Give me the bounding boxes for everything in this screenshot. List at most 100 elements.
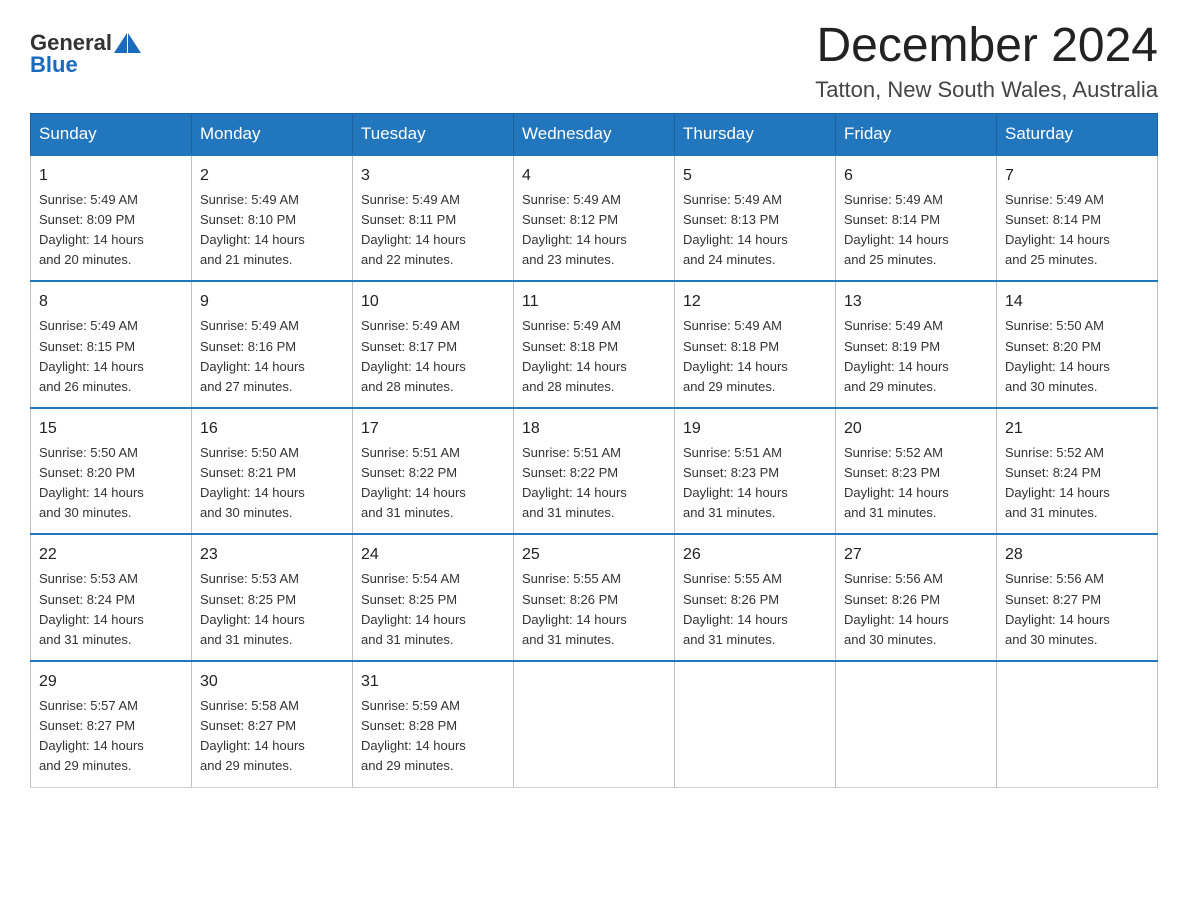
day-number: 31 [361,670,505,694]
day-info: Sunrise: 5:49 AMSunset: 8:09 PMDaylight:… [39,192,144,267]
day-number: 1 [39,164,183,188]
day-info: Sunrise: 5:49 AMSunset: 8:10 PMDaylight:… [200,192,305,267]
logo-blue-text: Blue [30,52,78,78]
calendar-week-row: 15 Sunrise: 5:50 AMSunset: 8:20 PMDaylig… [31,408,1158,535]
calendar-cell: 8 Sunrise: 5:49 AMSunset: 8:15 PMDayligh… [31,281,192,408]
calendar-cell: 24 Sunrise: 5:54 AMSunset: 8:25 PMDaylig… [353,534,514,661]
calendar-table: SundayMondayTuesdayWednesdayThursdayFrid… [30,113,1158,788]
day-info: Sunrise: 5:52 AMSunset: 8:24 PMDaylight:… [1005,445,1110,520]
column-header-friday: Friday [836,113,997,155]
calendar-cell: 9 Sunrise: 5:49 AMSunset: 8:16 PMDayligh… [192,281,353,408]
calendar-cell [514,661,675,787]
day-info: Sunrise: 5:50 AMSunset: 8:21 PMDaylight:… [200,445,305,520]
calendar-cell: 23 Sunrise: 5:53 AMSunset: 8:25 PMDaylig… [192,534,353,661]
calendar-cell: 18 Sunrise: 5:51 AMSunset: 8:22 PMDaylig… [514,408,675,535]
column-header-monday: Monday [192,113,353,155]
day-number: 29 [39,670,183,694]
day-number: 3 [361,164,505,188]
calendar-cell: 12 Sunrise: 5:49 AMSunset: 8:18 PMDaylig… [675,281,836,408]
day-number: 2 [200,164,344,188]
day-number: 28 [1005,543,1149,567]
calendar-cell: 21 Sunrise: 5:52 AMSunset: 8:24 PMDaylig… [997,408,1158,535]
day-info: Sunrise: 5:49 AMSunset: 8:12 PMDaylight:… [522,192,627,267]
day-number: 11 [522,290,666,314]
day-number: 7 [1005,164,1149,188]
day-info: Sunrise: 5:49 AMSunset: 8:16 PMDaylight:… [200,318,305,393]
day-info: Sunrise: 5:54 AMSunset: 8:25 PMDaylight:… [361,571,466,646]
day-number: 19 [683,417,827,441]
calendar-cell: 29 Sunrise: 5:57 AMSunset: 8:27 PMDaylig… [31,661,192,787]
day-info: Sunrise: 5:49 AMSunset: 8:19 PMDaylight:… [844,318,949,393]
page-header: General Blue December 2024 Tatton, New S… [30,20,1158,103]
day-number: 4 [522,164,666,188]
day-info: Sunrise: 5:56 AMSunset: 8:27 PMDaylight:… [1005,571,1110,646]
day-number: 14 [1005,290,1149,314]
day-info: Sunrise: 5:53 AMSunset: 8:25 PMDaylight:… [200,571,305,646]
day-info: Sunrise: 5:49 AMSunset: 8:18 PMDaylight:… [683,318,788,393]
calendar-cell [836,661,997,787]
location-title: Tatton, New South Wales, Australia [815,77,1158,103]
calendar-week-row: 22 Sunrise: 5:53 AMSunset: 8:24 PMDaylig… [31,534,1158,661]
day-number: 27 [844,543,988,567]
day-info: Sunrise: 5:50 AMSunset: 8:20 PMDaylight:… [1005,318,1110,393]
calendar-cell: 31 Sunrise: 5:59 AMSunset: 8:28 PMDaylig… [353,661,514,787]
day-number: 9 [200,290,344,314]
calendar-cell: 30 Sunrise: 5:58 AMSunset: 8:27 PMDaylig… [192,661,353,787]
month-title: December 2024 [815,20,1158,73]
calendar-cell: 5 Sunrise: 5:49 AMSunset: 8:13 PMDayligh… [675,155,836,282]
day-info: Sunrise: 5:49 AMSunset: 8:17 PMDaylight:… [361,318,466,393]
day-info: Sunrise: 5:57 AMSunset: 8:27 PMDaylight:… [39,698,144,773]
day-info: Sunrise: 5:55 AMSunset: 8:26 PMDaylight:… [522,571,627,646]
day-number: 23 [200,543,344,567]
day-info: Sunrise: 5:49 AMSunset: 8:13 PMDaylight:… [683,192,788,267]
day-number: 12 [683,290,827,314]
calendar-week-row: 8 Sunrise: 5:49 AMSunset: 8:15 PMDayligh… [31,281,1158,408]
day-number: 16 [200,417,344,441]
day-info: Sunrise: 5:51 AMSunset: 8:23 PMDaylight:… [683,445,788,520]
day-info: Sunrise: 5:56 AMSunset: 8:26 PMDaylight:… [844,571,949,646]
day-number: 24 [361,543,505,567]
day-number: 21 [1005,417,1149,441]
day-number: 20 [844,417,988,441]
day-number: 25 [522,543,666,567]
day-info: Sunrise: 5:49 AMSunset: 8:18 PMDaylight:… [522,318,627,393]
day-info: Sunrise: 5:49 AMSunset: 8:14 PMDaylight:… [1005,192,1110,267]
day-info: Sunrise: 5:59 AMSunset: 8:28 PMDaylight:… [361,698,466,773]
calendar-cell: 19 Sunrise: 5:51 AMSunset: 8:23 PMDaylig… [675,408,836,535]
calendar-cell: 7 Sunrise: 5:49 AMSunset: 8:14 PMDayligh… [997,155,1158,282]
calendar-cell [675,661,836,787]
day-info: Sunrise: 5:52 AMSunset: 8:23 PMDaylight:… [844,445,949,520]
title-block: December 2024 Tatton, New South Wales, A… [815,20,1158,103]
day-info: Sunrise: 5:58 AMSunset: 8:27 PMDaylight:… [200,698,305,773]
column-header-sunday: Sunday [31,113,192,155]
calendar-cell [997,661,1158,787]
day-number: 5 [683,164,827,188]
day-info: Sunrise: 5:55 AMSunset: 8:26 PMDaylight:… [683,571,788,646]
column-header-tuesday: Tuesday [353,113,514,155]
calendar-cell: 26 Sunrise: 5:55 AMSunset: 8:26 PMDaylig… [675,534,836,661]
calendar-week-row: 1 Sunrise: 5:49 AMSunset: 8:09 PMDayligh… [31,155,1158,282]
calendar-cell: 17 Sunrise: 5:51 AMSunset: 8:22 PMDaylig… [353,408,514,535]
calendar-cell: 16 Sunrise: 5:50 AMSunset: 8:21 PMDaylig… [192,408,353,535]
calendar-cell: 6 Sunrise: 5:49 AMSunset: 8:14 PMDayligh… [836,155,997,282]
day-number: 18 [522,417,666,441]
day-info: Sunrise: 5:53 AMSunset: 8:24 PMDaylight:… [39,571,144,646]
calendar-cell: 28 Sunrise: 5:56 AMSunset: 8:27 PMDaylig… [997,534,1158,661]
calendar-cell: 15 Sunrise: 5:50 AMSunset: 8:20 PMDaylig… [31,408,192,535]
day-number: 8 [39,290,183,314]
calendar-cell: 1 Sunrise: 5:49 AMSunset: 8:09 PMDayligh… [31,155,192,282]
calendar-cell: 4 Sunrise: 5:49 AMSunset: 8:12 PMDayligh… [514,155,675,282]
calendar-cell: 25 Sunrise: 5:55 AMSunset: 8:26 PMDaylig… [514,534,675,661]
day-info: Sunrise: 5:51 AMSunset: 8:22 PMDaylight:… [522,445,627,520]
day-info: Sunrise: 5:50 AMSunset: 8:20 PMDaylight:… [39,445,144,520]
calendar-week-row: 29 Sunrise: 5:57 AMSunset: 8:27 PMDaylig… [31,661,1158,787]
day-number: 10 [361,290,505,314]
day-number: 30 [200,670,344,694]
calendar-cell: 11 Sunrise: 5:49 AMSunset: 8:18 PMDaylig… [514,281,675,408]
day-info: Sunrise: 5:49 AMSunset: 8:14 PMDaylight:… [844,192,949,267]
day-number: 13 [844,290,988,314]
day-number: 22 [39,543,183,567]
logo: General Blue [30,30,141,78]
day-info: Sunrise: 5:49 AMSunset: 8:15 PMDaylight:… [39,318,144,393]
day-info: Sunrise: 5:49 AMSunset: 8:11 PMDaylight:… [361,192,466,267]
